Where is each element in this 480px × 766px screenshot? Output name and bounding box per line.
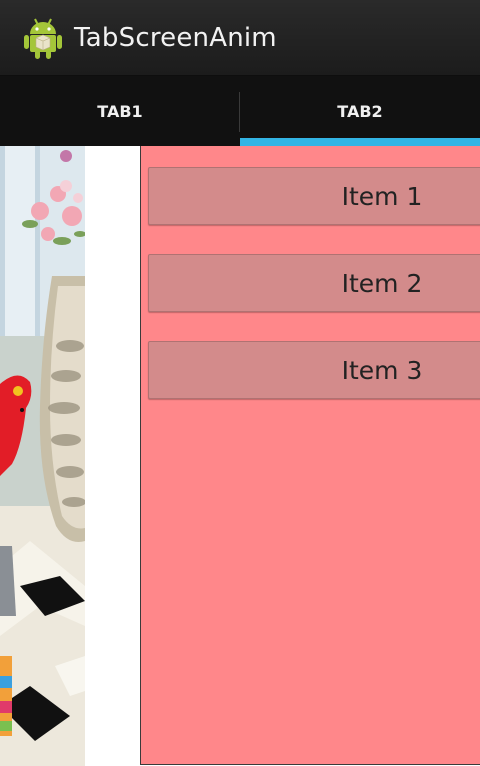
app-title: TabScreenAnim (74, 22, 277, 53)
item-2-button[interactable]: Item 2 (148, 254, 480, 312)
tab-1[interactable]: TAB1 (0, 76, 240, 146)
tab-2-label: TAB2 (337, 101, 383, 121)
tab2-item-panel: Item 1 Item 2 Item 3 (140, 146, 480, 765)
tab1-photo-panel (0, 146, 85, 766)
action-bar: TabScreenAnim (0, 0, 480, 76)
content-area: Item 1 Item 2 Item 3 (0, 146, 480, 766)
item-1-button[interactable]: Item 1 (148, 167, 480, 225)
selected-tab-indicator (240, 138, 480, 146)
tab-2[interactable]: TAB2 (240, 76, 480, 146)
tab-divider (239, 92, 240, 132)
item-3-label: Item 3 (341, 355, 423, 385)
item-1-label: Item 1 (341, 181, 423, 211)
item-3-button[interactable]: Item 3 (148, 341, 480, 399)
android-robot-icon[interactable] (24, 16, 62, 60)
white-gap (85, 146, 140, 766)
item-2-label: Item 2 (341, 268, 423, 298)
tab-1-label: TAB1 (97, 101, 143, 121)
tab-bar: TAB1 TAB2 (0, 76, 480, 146)
